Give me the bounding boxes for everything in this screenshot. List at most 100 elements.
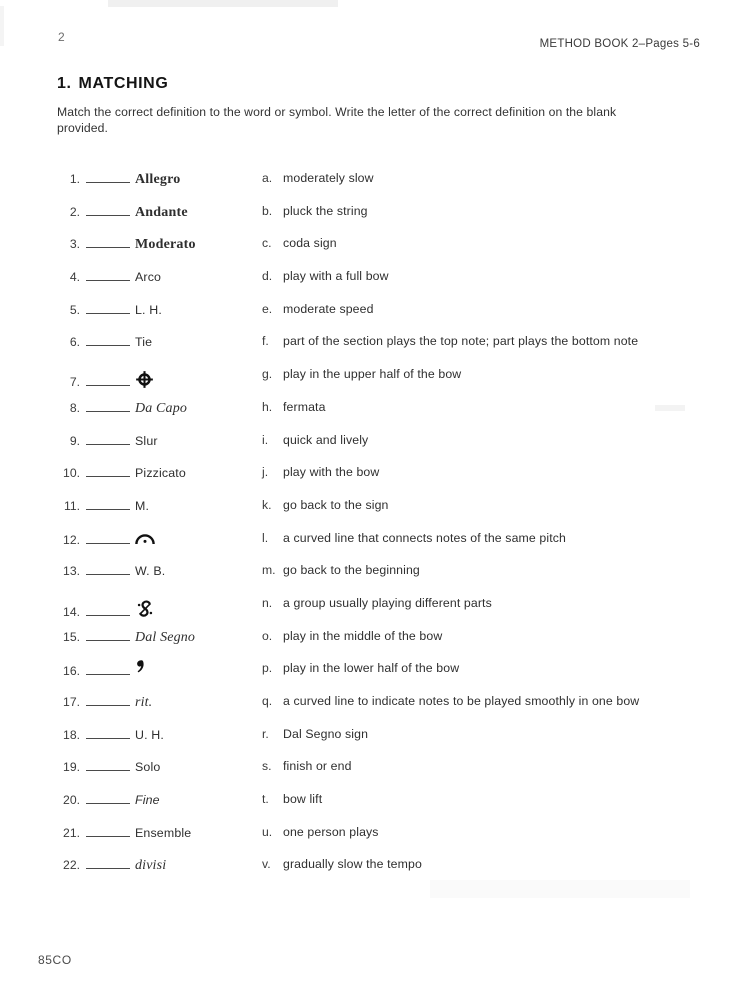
answer-blank[interactable] <box>86 857 130 870</box>
answer-blank[interactable] <box>86 465 130 478</box>
term-row: 17 rit. <box>56 694 246 727</box>
definition-row: f part of the section plays the top note;… <box>262 334 692 367</box>
term-number: 21 <box>56 826 80 840</box>
definition-text: a group usually playing different parts <box>283 595 492 610</box>
term-number: 6 <box>56 335 80 349</box>
term-row: 4 Arco <box>56 269 246 302</box>
definition-text: play in the upper half of the bow <box>283 367 462 382</box>
definition-row: l a curved line that connects notes of th… <box>262 531 692 564</box>
answer-blank[interactable] <box>86 171 130 183</box>
term-number: 12 <box>56 533 80 547</box>
definition-letter: u <box>262 825 275 839</box>
definition-text: Dal Segno sign <box>283 726 369 741</box>
term-row: 9 Slur <box>56 433 246 466</box>
definition-letter: o <box>262 629 275 643</box>
answer-blank[interactable] <box>86 498 130 510</box>
definition-row: t bow lift <box>262 792 692 825</box>
definition-text: pluck the string <box>283 203 368 218</box>
definition-letter: v <box>262 857 275 871</box>
term-label: rit. <box>135 695 153 710</box>
definition-text: moderate speed <box>283 301 374 316</box>
answer-blank[interactable] <box>86 400 130 412</box>
definition-letter: k <box>262 498 275 512</box>
term-number: 3 <box>56 237 80 251</box>
answer-blank[interactable] <box>86 604 130 616</box>
definition-row: h fermata <box>262 400 692 433</box>
answer-blank[interactable] <box>86 236 130 249</box>
answer-blank[interactable] <box>86 374 130 387</box>
definition-row: d play with a full bow <box>262 269 692 302</box>
scan-smudge <box>655 405 685 411</box>
footer-code: 85CO <box>38 953 72 967</box>
definition-text: play in the lower half of the bow <box>283 661 460 676</box>
term-number: 14 <box>56 605 80 619</box>
answer-blank[interactable] <box>86 532 130 544</box>
answer-blank[interactable] <box>86 825 130 837</box>
definition-text: go back to the beginning <box>283 563 420 578</box>
page-title: 1. MATCHING <box>57 75 168 93</box>
term-row: 14 <box>56 596 246 629</box>
definition-text: go back to the sign <box>283 497 389 512</box>
definition-letter: q <box>262 694 275 708</box>
answer-blank[interactable] <box>86 204 130 216</box>
definition-row: a moderately slow <box>262 171 692 204</box>
book-reference: METHOD BOOK 2–Pages 5-6 <box>539 38 700 50</box>
term-row: 7 <box>56 367 246 400</box>
definition-letter: f <box>262 334 275 348</box>
definition-letter: m <box>262 563 275 577</box>
term-number: 1 <box>56 172 80 186</box>
term-number: 11 <box>56 499 80 513</box>
definition-letter: e <box>262 302 275 316</box>
term-number: 2 <box>56 205 80 219</box>
answer-blank[interactable] <box>86 302 130 314</box>
term-label: Pizzicato <box>135 466 186 481</box>
answer-blank[interactable] <box>86 563 130 576</box>
definition-row: q a curved line to indicate notes to be p… <box>262 694 692 727</box>
answer-blank[interactable] <box>86 433 130 445</box>
answer-blank[interactable] <box>86 727 130 739</box>
definition-letter: i <box>262 433 275 447</box>
term-number: 17 <box>56 695 80 709</box>
definitions-column: a moderately slow b pluck the string c coda s… <box>262 171 692 890</box>
term-row: 12 <box>56 531 246 564</box>
definition-row: e moderate speed <box>262 302 692 335</box>
answer-blank[interactable] <box>86 663 130 676</box>
section-number: 1. <box>57 75 72 92</box>
term-label: W. B. <box>135 564 166 579</box>
term-number: 4 <box>56 270 80 284</box>
definition-letter: j <box>262 465 275 479</box>
term-label: Da Capo <box>135 400 187 416</box>
term-row: 16 <box>56 660 246 694</box>
worksheet-page: 2 METHOD BOOK 2–Pages 5-6 1. MATCHING Mat… <box>0 0 748 1000</box>
definition-text: moderately slow <box>283 171 374 185</box>
page-number: 2 <box>58 30 65 44</box>
definition-text: finish or end <box>283 759 352 774</box>
term-number: 18 <box>56 728 80 742</box>
answer-blank[interactable] <box>86 792 130 805</box>
term-number: 15 <box>56 630 80 644</box>
term-number: 5 <box>56 303 80 317</box>
answer-blank[interactable] <box>86 694 130 706</box>
definition-letter: t <box>262 792 275 806</box>
definition-row: b pluck the string <box>262 204 692 237</box>
definition-row: i quick and lively <box>262 433 692 466</box>
definition-row: k go back to the sign <box>262 498 692 531</box>
term-label: Tie <box>135 335 153 350</box>
terms-column: 1 Allegro 2 Andante 3 Moderato 4 Arco 5 L. H. 6 Tie… <box>56 171 246 890</box>
term-label: Allegro <box>135 172 181 187</box>
definition-letter: n <box>262 596 275 610</box>
definition-text: quick and lively <box>283 432 369 447</box>
term-label: L. H. <box>135 302 162 317</box>
term-row: 11 M. <box>56 498 246 531</box>
scan-smudge-lower <box>430 880 690 898</box>
term-label: U. H. <box>135 727 164 742</box>
term-row: 22 divisi <box>56 857 246 890</box>
answer-blank[interactable] <box>86 334 130 347</box>
answer-blank[interactable] <box>86 629 130 641</box>
definition-row: p play in the lower half of the bow <box>262 661 692 694</box>
definition-text: play in the middle of the bow <box>283 628 443 643</box>
answer-blank[interactable] <box>86 269 130 282</box>
answer-blank[interactable] <box>86 759 130 772</box>
term-number: 10 <box>56 466 80 480</box>
term-number: 13 <box>56 564 80 578</box>
